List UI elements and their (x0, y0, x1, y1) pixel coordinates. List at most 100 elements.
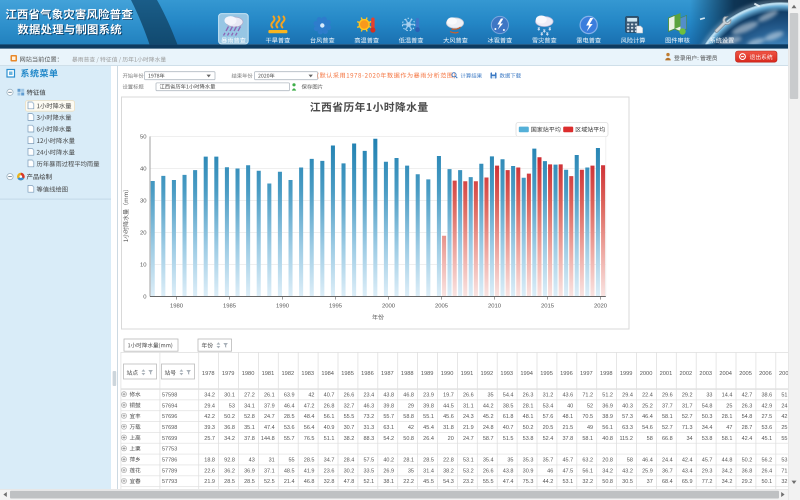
svg-text:1997: 1997 (580, 371, 593, 377)
svg-text:2002: 2002 (680, 371, 693, 377)
svg-text:35: 35 (487, 392, 493, 398)
svg-text:53.1: 53.1 (562, 479, 573, 485)
svg-text:23.4: 23.4 (363, 392, 374, 398)
svg-text:25.2: 25.2 (642, 403, 653, 409)
svg-text:21.9: 21.9 (463, 425, 474, 431)
svg-text:1989: 1989 (421, 371, 434, 377)
svg-text:58.1: 58.1 (722, 436, 733, 442)
svg-text:40.9: 40.9 (324, 425, 335, 431)
svg-text:115.2: 115.2 (620, 436, 633, 442)
svg-text:39.8: 39.8 (383, 403, 394, 409)
svg-text:44.8: 44.8 (722, 458, 733, 464)
svg-text:34.2: 34.2 (722, 479, 733, 485)
svg-text:30.9: 30.9 (523, 468, 534, 474)
svg-text:43.2: 43.2 (622, 468, 633, 474)
svg-text:22.4: 22.4 (642, 392, 653, 398)
svg-text:28.5: 28.5 (304, 458, 315, 464)
svg-text:39.3: 39.3 (204, 425, 215, 431)
svg-text:37.9: 37.9 (264, 403, 275, 409)
svg-text:43.8: 43.8 (383, 392, 394, 398)
svg-text:26.6: 26.6 (483, 468, 494, 474)
svg-text:27.5: 27.5 (761, 414, 772, 420)
svg-text:40.8: 40.8 (602, 436, 613, 442)
svg-text:39.8: 39.8 (423, 403, 434, 409)
svg-text:20: 20 (140, 231, 147, 237)
svg-text:50: 50 (140, 135, 147, 141)
svg-text:46.4: 46.4 (642, 414, 653, 420)
svg-text:54.8: 54.8 (702, 403, 713, 409)
svg-text:70.5: 70.5 (582, 414, 593, 420)
svg-text:40: 40 (140, 167, 147, 173)
svg-text:50.2: 50.2 (742, 458, 753, 464)
svg-text:25: 25 (726, 403, 732, 409)
svg-text:73.2: 73.2 (363, 414, 374, 420)
svg-text:42: 42 (308, 392, 314, 398)
svg-text:28.1: 28.1 (403, 458, 414, 464)
svg-text:21.4: 21.4 (284, 479, 295, 485)
svg-text:1980: 1980 (170, 303, 184, 309)
svg-text:46.4: 46.4 (642, 458, 653, 464)
svg-text:29: 29 (408, 403, 414, 409)
svg-text:24.7: 24.7 (463, 436, 474, 442)
svg-text:25.7: 25.7 (204, 436, 215, 442)
svg-text:144.8: 144.8 (261, 436, 275, 442)
svg-text:36.8: 36.8 (742, 468, 753, 474)
svg-text:42: 42 (408, 425, 414, 431)
svg-text:40.3: 40.3 (622, 403, 633, 409)
svg-text:29.3: 29.3 (702, 468, 713, 474)
svg-text:40.2: 40.2 (383, 458, 394, 464)
svg-text:34.4: 34.4 (702, 425, 713, 431)
svg-text:2020: 2020 (594, 303, 608, 309)
svg-text:28.5: 28.5 (423, 458, 434, 464)
svg-text:50.8: 50.8 (403, 436, 414, 442)
svg-text:43.4: 43.4 (682, 468, 693, 474)
svg-text:1994: 1994 (520, 371, 533, 377)
svg-text:51.1: 51.1 (324, 436, 335, 442)
svg-text:1978: 1978 (202, 371, 215, 377)
svg-text:23.6: 23.6 (324, 468, 335, 474)
svg-text:42.4: 42.4 (742, 436, 753, 442)
svg-text:42.4: 42.4 (682, 458, 693, 464)
svg-text:34.2: 34.2 (204, 392, 215, 398)
svg-text:35.1: 35.1 (244, 425, 255, 431)
svg-text:31: 31 (269, 458, 275, 464)
svg-text:57598: 57598 (162, 392, 177, 398)
svg-text:28.5: 28.5 (284, 414, 295, 420)
svg-text:75.3: 75.3 (523, 479, 534, 485)
svg-text:46.4: 46.4 (284, 403, 295, 409)
svg-text:50.8: 50.8 (602, 479, 613, 485)
svg-text:22.2: 22.2 (403, 479, 414, 485)
svg-text:1980: 1980 (242, 371, 255, 377)
svg-text:21.5: 21.5 (562, 425, 573, 431)
svg-text:52.7: 52.7 (662, 425, 673, 431)
svg-text:31.4: 31.4 (423, 468, 434, 474)
svg-text:2006: 2006 (759, 371, 772, 377)
svg-text:30.2: 30.2 (344, 468, 355, 474)
svg-text:1998: 1998 (600, 371, 613, 377)
svg-text:31.3: 31.3 (363, 425, 374, 431)
svg-text:33: 33 (706, 392, 712, 398)
svg-text:43: 43 (249, 458, 255, 464)
svg-text:58.8: 58.8 (403, 414, 414, 420)
svg-text:38.9: 38.9 (602, 414, 613, 420)
svg-text:28.1: 28.1 (523, 403, 534, 409)
svg-text:45.7: 45.7 (562, 458, 573, 464)
svg-text:47.4: 47.4 (264, 425, 275, 431)
svg-text:76.5: 76.5 (304, 436, 315, 442)
svg-text:47.5: 47.5 (562, 468, 573, 474)
svg-text:27.2: 27.2 (244, 392, 255, 398)
svg-text:46.8: 46.8 (403, 392, 414, 398)
svg-text:1995: 1995 (540, 371, 553, 377)
svg-text:92.8: 92.8 (224, 458, 235, 464)
svg-text:28.1: 28.1 (722, 414, 733, 420)
svg-text:34.2: 34.2 (602, 468, 613, 474)
svg-text:46: 46 (547, 468, 553, 474)
svg-text:38.1: 38.1 (383, 479, 394, 485)
svg-text:53.8: 53.8 (702, 436, 713, 442)
svg-text:40: 40 (567, 403, 573, 409)
svg-text:23.9: 23.9 (423, 392, 434, 398)
svg-text:56.1: 56.1 (324, 414, 335, 420)
svg-text:52.8: 52.8 (244, 414, 255, 420)
svg-text:2000: 2000 (640, 371, 653, 377)
svg-text:26.3: 26.3 (742, 403, 753, 409)
